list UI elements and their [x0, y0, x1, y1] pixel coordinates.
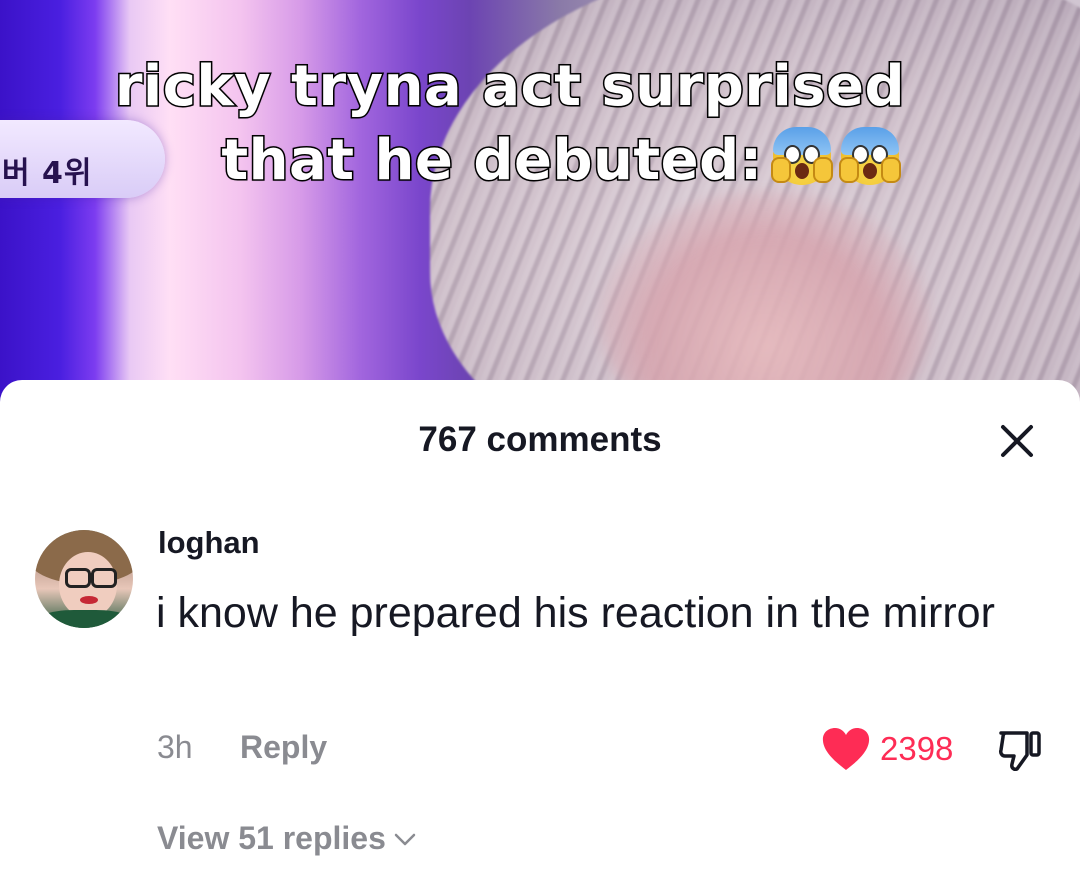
comments-count-title: 767 comments: [418, 420, 662, 459]
comments-sheet: 767 comments loghan i know he prepared h…: [0, 380, 1080, 895]
caption-line-1: ricky tryna act surprised: [113, 53, 906, 121]
reply-button[interactable]: Reply: [240, 729, 327, 766]
like-count: 2398: [880, 730, 954, 767]
dislike-button[interactable]: [994, 726, 1046, 776]
video-caption: ricky tryna act surprised that he debute…: [0, 50, 1020, 198]
video-frame[interactable]: 버 4위 ricky tryna act surprised that he d…: [0, 0, 1080, 420]
comment-timestamp: 3h: [157, 729, 193, 765]
close-x-icon: [1001, 425, 1033, 457]
screaming-face-emoji-icon: [770, 127, 833, 185]
like-button[interactable]: 2398: [820, 726, 953, 772]
caption-line-2-wrap: that he debuted:: [0, 124, 1020, 198]
heart-filled-icon: [822, 728, 870, 770]
chevron-down-icon: [394, 833, 416, 845]
thumbs-down-icon: [999, 731, 1041, 771]
comment-username[interactable]: loghan: [158, 525, 260, 561]
close-button[interactable]: [992, 416, 1042, 466]
view-replies-label: View 51 replies: [157, 820, 386, 856]
caption-line-2: that he debuted:: [220, 127, 764, 195]
view-replies-button[interactable]: View 51 replies: [157, 820, 418, 857]
comment-text: i know he prepared his reaction in the m…: [156, 589, 995, 637]
avatar[interactable]: [35, 530, 133, 628]
screaming-face-emoji-icon: [838, 127, 901, 185]
